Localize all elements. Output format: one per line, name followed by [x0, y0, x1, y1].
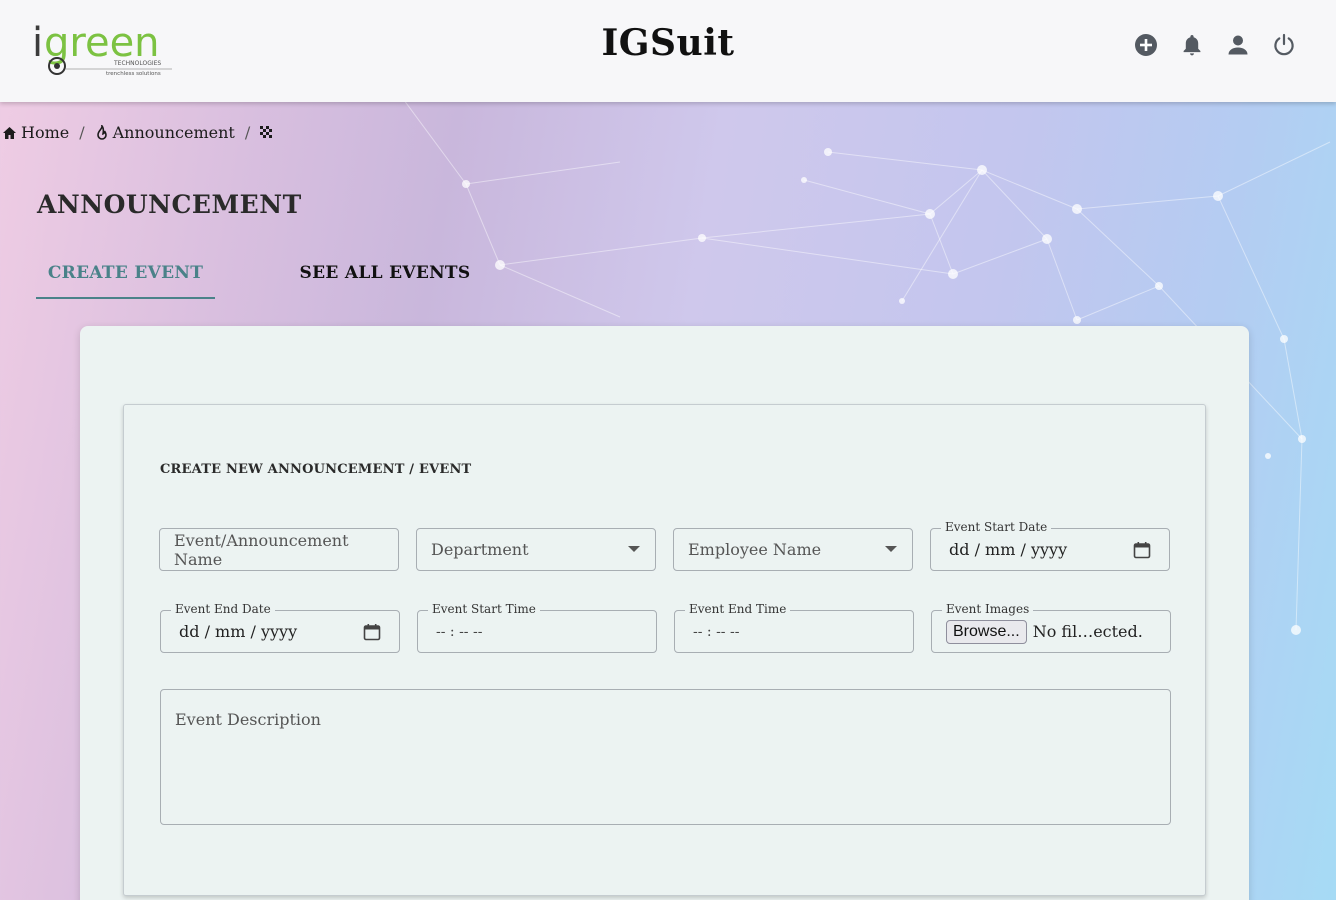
tab-see-all-events[interactable]: SEE ALL EVENTS — [280, 257, 490, 299]
create-event-form: CREATE NEW ANNOUNCEMENT / EVENT Event/An… — [123, 404, 1206, 896]
tabs: CREATE EVENT SEE ALL EVENTS — [36, 257, 490, 299]
event-description-textarea[interactable]: Event Description — [160, 689, 1171, 825]
calendar-icon[interactable] — [363, 623, 381, 641]
breadcrumb-current — [260, 126, 273, 139]
chevron-down-icon — [885, 546, 897, 552]
event-end-date-input[interactable]: Event End Date dd / mm / yyyy — [160, 602, 400, 653]
user-icon[interactable] — [1226, 33, 1250, 57]
event-start-date-value: dd / mm / yyyy — [949, 540, 1068, 559]
event-images-input[interactable]: Event Images Browse... No fil…ected. — [931, 602, 1171, 653]
event-start-date-input[interactable]: Event Start Date dd / mm / yyyy — [930, 520, 1170, 571]
event-end-time-input[interactable]: Event End Time -- : -- -- — [674, 602, 914, 653]
fire-icon — [96, 124, 107, 140]
add-circle-icon[interactable] — [1134, 33, 1158, 57]
app-header: i green TECHNOLOGIES trenchless solution… — [0, 0, 1336, 102]
breadcrumb-announcement[interactable]: Announcement — [95, 123, 235, 142]
logo-tagline: trenchless solutions — [106, 71, 161, 77]
department-placeholder: Department — [431, 540, 529, 559]
event-end-date-value: dd / mm / yyyy — [179, 622, 298, 641]
breadcrumb: Home / Announcement / — [2, 123, 273, 142]
breadcrumb-separator: / — [79, 123, 85, 142]
power-icon[interactable] — [1272, 33, 1296, 57]
employee-name-placeholder: Employee Name — [688, 540, 822, 559]
department-select[interactable]: Department — [416, 528, 656, 571]
checker-icon — [260, 126, 273, 138]
breadcrumb-separator: / — [244, 123, 251, 142]
event-name-input[interactable]: Event/Announcement Name — [159, 528, 399, 571]
event-start-time-label: Event Start Time — [428, 602, 540, 616]
event-start-date-label: Event Start Date — [941, 520, 1052, 534]
chevron-down-icon — [628, 546, 640, 552]
file-status-text: No fil…ected. — [1032, 622, 1143, 641]
bell-icon[interactable] — [1180, 33, 1204, 57]
breadcrumb-home[interactable]: Home — [2, 123, 69, 142]
event-start-time-input[interactable]: Event Start Time -- : -- -- — [417, 602, 657, 653]
employee-name-select[interactable]: Employee Name — [673, 528, 913, 571]
breadcrumb-announcement-label: Announcement — [112, 123, 235, 142]
event-images-label: Event Images — [942, 602, 1034, 616]
tab-create-event[interactable]: CREATE EVENT — [36, 257, 215, 299]
browse-button[interactable]: Browse... — [946, 619, 1027, 644]
home-icon — [3, 126, 16, 139]
event-name-placeholder: Event/Announcement Name — [174, 530, 349, 569]
event-end-date-label: Event End Date — [171, 602, 275, 616]
event-end-time-label: Event End Time — [685, 602, 791, 616]
calendar-icon[interactable] — [1133, 541, 1151, 559]
event-start-time-value: -- : -- -- — [436, 623, 483, 640]
event-end-time-value: -- : -- -- — [693, 623, 740, 640]
page-title: ANNOUNCEMENT — [37, 190, 302, 219]
form-card: CREATE NEW ANNOUNCEMENT / EVENT Event/An… — [80, 326, 1249, 900]
form-heading: CREATE NEW ANNOUNCEMENT / EVENT — [160, 462, 472, 477]
event-description-placeholder: Event Description — [175, 710, 321, 729]
breadcrumb-home-label: Home — [21, 123, 70, 142]
